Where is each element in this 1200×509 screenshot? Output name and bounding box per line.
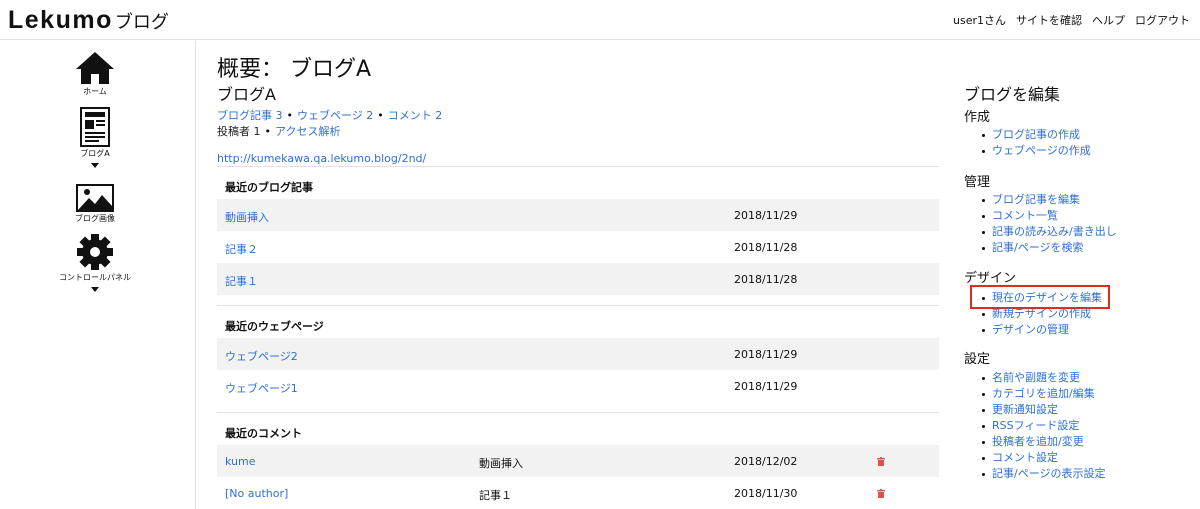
comment-settings-link[interactable]: コメント設定	[980, 450, 1106, 466]
sidebar-item-blog-images[interactable]: ブログ画像	[0, 184, 190, 224]
left-sidebar: ホーム ブログA ブログ画像 コントロールパネル	[0, 41, 196, 509]
trash-icon[interactable]	[877, 456, 885, 469]
separator: •	[264, 125, 272, 138]
section-heading: 最近のウェブページ	[217, 305, 939, 338]
table-row: [No author] 記事１ 2018/11/30	[217, 477, 939, 509]
user-menu-link[interactable]: user1さん	[953, 12, 1006, 28]
rss-settings-link[interactable]: RSSフィード設定	[980, 418, 1106, 434]
comment-date: 2018/11/30	[734, 487, 798, 500]
blog-page-icon	[80, 107, 110, 147]
authors-count: 投稿者 1	[217, 125, 261, 138]
pages-count-link[interactable]: ウェブページ 2	[297, 109, 373, 122]
table-row: 動画挿入 2018/11/29	[217, 199, 939, 231]
create-design-link[interactable]: 新規デザインの作成	[980, 306, 1102, 322]
sidebar-item-label: コントロールパネル	[59, 273, 131, 282]
entries-count-link[interactable]: ブログ記事 3	[217, 109, 283, 122]
create-links: ブログ記事の作成 ウェブページの作成	[980, 127, 1091, 159]
entry-title-link[interactable]: 動画挿入	[225, 209, 269, 225]
image-icon	[76, 184, 114, 212]
entry-date: 2018/11/28	[734, 241, 798, 254]
design-links: 現在のデザインを編集 新規デザインの作成 デザインの管理	[980, 290, 1102, 338]
separator: •	[377, 109, 384, 122]
blog-url-link[interactable]: http://kumekawa.qa.lekumo.blog/2nd/	[217, 152, 426, 165]
top-nav: user1さん サイトを確認 ヘルプ ログアウト	[953, 12, 1190, 28]
group-heading-settings: 設定	[964, 352, 991, 367]
entry-date: 2018/11/29	[734, 209, 798, 222]
blog-name: ブログA	[217, 85, 276, 104]
section-heading: 最近のブログ記事	[217, 166, 939, 199]
create-entry-link[interactable]: ブログ記事の作成	[980, 127, 1091, 143]
trash-icon[interactable]	[877, 488, 885, 501]
table-row: ウェブページ2 2018/11/29	[217, 338, 939, 370]
top-bar: Lekumo ブログ user1さん サイトを確認 ヘルプ ログアウト	[0, 0, 1200, 40]
create-page-link[interactable]: ウェブページの作成	[980, 143, 1091, 159]
manage-links: ブログ記事を編集 コメント一覧 記事の読み込み/書き出し 記事/ページを検索	[980, 192, 1117, 256]
sidebar-item-label: ブログ画像	[75, 214, 115, 223]
blog-stats-secondary: 投稿者 1 • アクセス解析	[217, 123, 340, 139]
settings-links: 名前や副題を変更 カテゴリを追加/編集 更新通知設定 RSSフィード設定 投稿者…	[980, 370, 1106, 482]
search-entries-link[interactable]: 記事/ページを検索	[980, 240, 1117, 256]
update-notify-link[interactable]: 更新通知設定	[980, 402, 1106, 418]
comment-list-link[interactable]: コメント一覧	[980, 208, 1117, 224]
group-heading-create: 作成	[964, 110, 991, 125]
authors-link[interactable]: 投稿者を追加/変更	[980, 434, 1106, 450]
blog-stats: ブログ記事 3 • ウェブページ 2 • コメント 2	[217, 107, 442, 123]
chevron-down-icon[interactable]	[91, 287, 99, 292]
gear-icon	[77, 234, 113, 270]
chevron-down-icon[interactable]	[91, 163, 99, 168]
page-title-link[interactable]: ウェブページ1	[225, 380, 298, 396]
table-row: 記事１ 2018/11/28	[217, 263, 939, 295]
sidebar-item-home[interactable]: ホーム	[0, 51, 190, 97]
home-icon	[76, 52, 114, 84]
display-settings-link[interactable]: 記事/ページの表示設定	[980, 466, 1106, 482]
analytics-link[interactable]: アクセス解析	[275, 125, 340, 138]
comment-entry: 動画挿入	[479, 457, 523, 470]
logo-main-text: Lekumo	[8, 6, 113, 34]
comment-date: 2018/12/02	[734, 455, 798, 468]
edit-current-design-link[interactable]: 現在のデザインを編集	[980, 290, 1102, 306]
recent-entries-section: 最近のブログ記事 動画挿入 2018/11/29 記事２ 2018/11/28 …	[217, 166, 939, 295]
comments-count-link[interactable]: コメント 2	[388, 109, 443, 122]
table-row: 記事２ 2018/11/28	[217, 231, 939, 263]
page-date: 2018/11/29	[734, 380, 798, 393]
recent-pages-section: 最近のウェブページ ウェブページ2 2018/11/29 ウェブページ1 201…	[217, 305, 939, 402]
sidebar-item-label: ホーム	[83, 87, 107, 96]
view-site-link[interactable]: サイトを確認	[1016, 12, 1082, 28]
group-heading-design: デザイン	[964, 271, 1017, 286]
sidebar-item-label: ブログA	[80, 149, 110, 158]
comment-entry: 記事１	[479, 489, 512, 502]
separator: •	[286, 109, 294, 122]
group-heading-manage: 管理	[964, 175, 991, 190]
manage-designs-link[interactable]: デザインの管理	[980, 322, 1102, 338]
entry-title-link[interactable]: 記事１	[225, 273, 258, 289]
table-row: ウェブページ1 2018/11/29	[217, 370, 939, 402]
page-title-link[interactable]: ウェブページ2	[225, 348, 298, 364]
section-heading: 最近のコメント	[217, 412, 939, 445]
name-subtitle-link[interactable]: 名前や副題を変更	[980, 370, 1106, 386]
logo[interactable]: Lekumo ブログ	[8, 6, 169, 35]
logout-link[interactable]: ログアウト	[1135, 12, 1190, 28]
entry-title-link[interactable]: 記事２	[225, 241, 258, 257]
categories-link[interactable]: カテゴリを追加/編集	[980, 386, 1106, 402]
help-link[interactable]: ヘルプ	[1092, 12, 1125, 28]
comment-author-link[interactable]: kume	[225, 455, 256, 468]
import-export-link[interactable]: 記事の読み込み/書き出し	[980, 224, 1117, 240]
comment-author-link[interactable]: [No author]	[225, 487, 288, 500]
page-date: 2018/11/29	[734, 348, 798, 361]
panel-title: ブログを編集	[964, 85, 1061, 104]
entry-date: 2018/11/28	[734, 273, 798, 286]
logo-sub-text: ブログ	[114, 12, 169, 33]
edit-entries-link[interactable]: ブログ記事を編集	[980, 192, 1117, 208]
sidebar-item-control-panel[interactable]: コントロールパネル	[0, 233, 190, 292]
page-title: 概要： ブログA	[217, 57, 372, 82]
table-row: kume 動画挿入 2018/12/02	[217, 445, 939, 477]
sidebar-item-blog[interactable]: ブログA	[0, 107, 190, 168]
recent-comments-section: 最近のコメント kume 動画挿入 2018/12/02 [No author]…	[217, 412, 939, 509]
